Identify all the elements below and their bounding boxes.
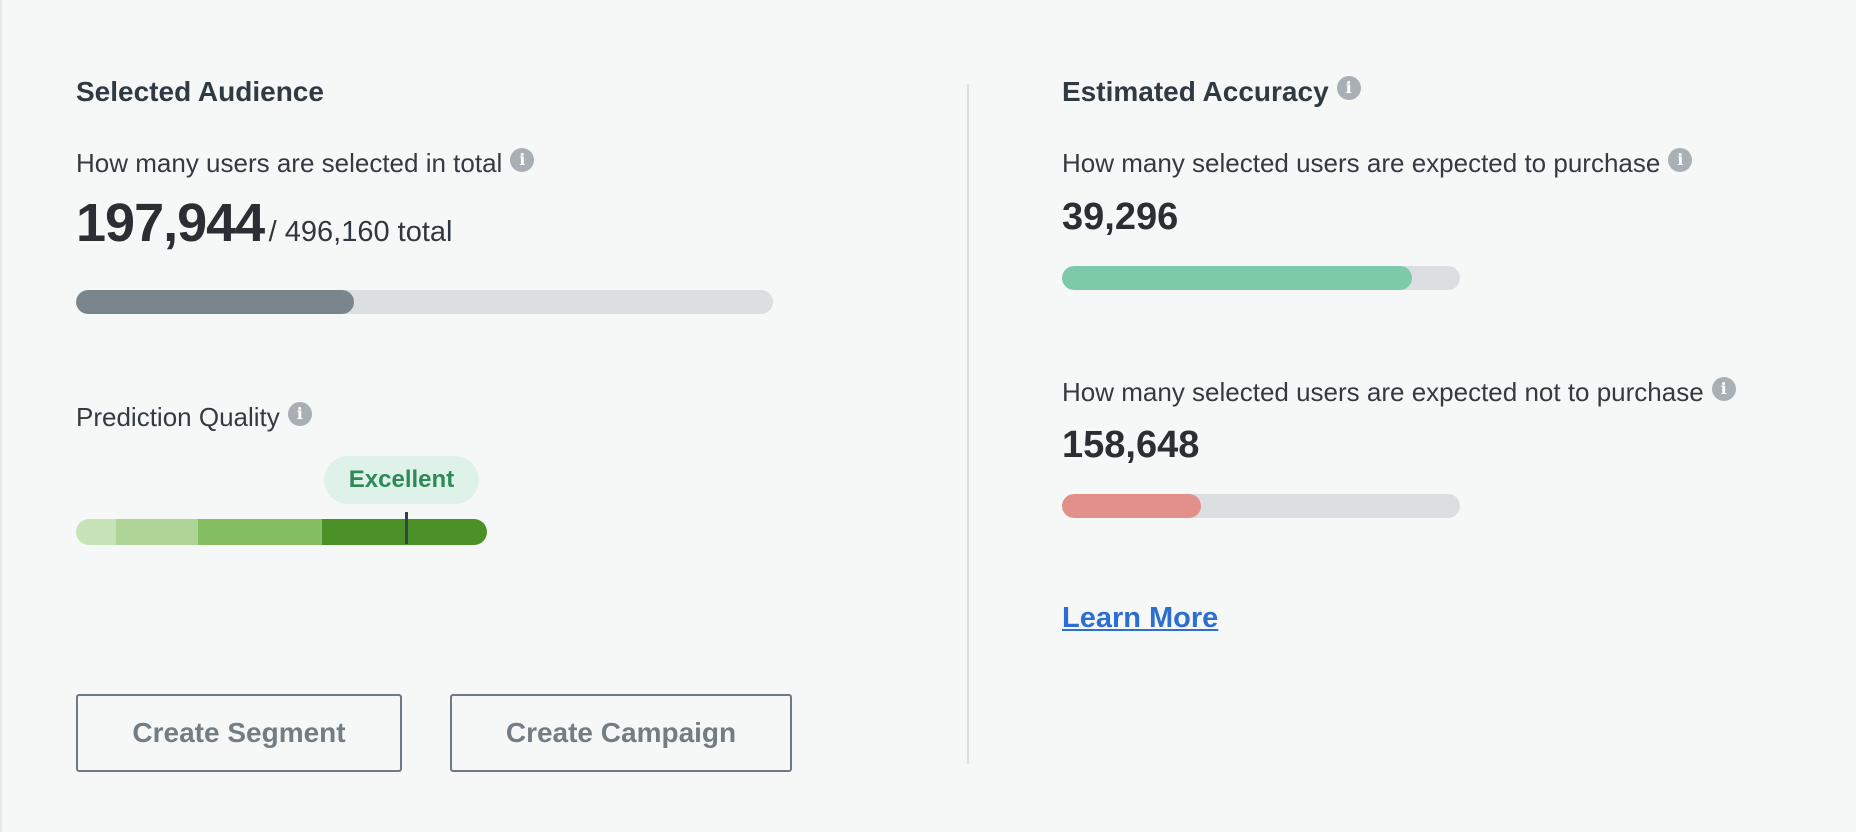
selected-progress-bar (76, 290, 773, 314)
no-purchase-count: 158,648 (1062, 424, 1200, 466)
info-icon[interactable]: i (510, 148, 535, 172)
purchase-progress-fill (1062, 266, 1413, 290)
prediction-quality-label: Prediction Quality (76, 402, 280, 432)
purchase-question: How many selected users are expected to … (1062, 148, 1693, 179)
info-icon[interactable]: i (1711, 377, 1736, 401)
purchase-count: 39,296 (1062, 196, 1179, 238)
create-campaign-button[interactable]: Create Campaign (450, 694, 792, 772)
column-divider (967, 84, 969, 764)
info-icon[interactable]: i (287, 402, 312, 426)
no-purchase-question-label: How many selected users are expected not… (1062, 377, 1704, 407)
no-purchase-progress-bar (1062, 494, 1460, 518)
quality-segment-fair (116, 519, 198, 545)
selected-count-row: 197,944 / 496,160 total (76, 192, 452, 254)
quality-segment-good (198, 519, 322, 545)
estimated-accuracy-title: Estimated Accuracy (1062, 76, 1329, 107)
quality-rating-badge: Excellent (324, 456, 479, 504)
purchase-question-label: How many selected users are expected to … (1062, 148, 1661, 178)
total-count: / 496,160 total (268, 216, 453, 248)
selected-count: 197,944 (76, 193, 265, 253)
estimated-accuracy-heading: Estimated Accuracy i (1062, 76, 1361, 108)
selected-audience-title: Selected Audience (76, 76, 324, 107)
quality-scale-bar (76, 519, 487, 545)
no-purchase-progress-fill (1062, 494, 1202, 518)
selected-total-question-label: How many users are selected in total (76, 148, 503, 178)
quality-segment-poor (76, 519, 116, 545)
prediction-quality-heading: Prediction Quality i (76, 402, 312, 433)
selected-total-question: How many users are selected in total i (76, 148, 535, 179)
selected-progress-fill (76, 290, 355, 314)
no-purchase-question: How many selected users are expected not… (1062, 377, 1736, 408)
info-icon[interactable]: i (1336, 76, 1361, 100)
purchase-progress-bar (1062, 266, 1460, 290)
learn-more-link[interactable]: Learn More (1062, 602, 1218, 635)
prediction-panel: Selected Audience How many users are sel… (0, 0, 1856, 832)
create-segment-button[interactable]: Create Segment (76, 694, 402, 772)
quality-marker (405, 512, 408, 544)
info-icon[interactable]: i (1668, 148, 1693, 172)
